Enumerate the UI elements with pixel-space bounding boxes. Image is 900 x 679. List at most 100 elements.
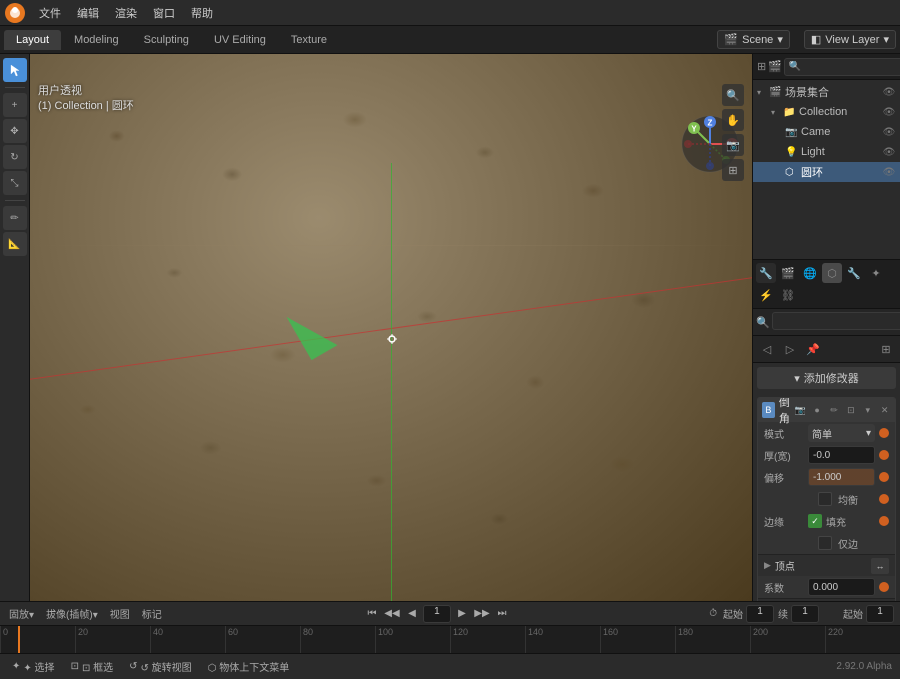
tree-eye-camera[interactable]: 👁 [882,127,896,138]
outliner-search-input[interactable] [784,58,900,76]
tree-item-camera[interactable]: 📷 Came 👁 [753,122,900,142]
rotate-tool-btn[interactable]: ↻ [3,145,27,169]
viewport[interactable]: ⬡ 物体模式 ▾ 视图 选择 添加 物体 ⊡ ● ◐ ◉ ⊞ ⊛ ⊠ 选项▾ [30,54,752,601]
pan-btn[interactable]: ✋ [722,109,744,131]
fill-checkbox[interactable]: ✓ [808,514,822,528]
tree-eye-collection[interactable]: 👁 [882,107,896,118]
prop-tab-constraints[interactable]: ⛓ [778,285,798,305]
menu-render[interactable]: 渲染 [108,3,144,23]
tab-texture[interactable]: Texture [279,30,339,50]
prop-tab-scene[interactable]: 🎬 [778,263,798,283]
prop-search-input[interactable] [772,312,900,330]
cursor-tool-btn[interactable]: + [3,93,27,117]
tab-uv-editing[interactable]: UV Editing [202,30,278,50]
view-layer-selector[interactable]: ◧ View Layer ▾ [804,30,896,49]
axis-y-line [391,163,392,601]
scene-selector[interactable]: 🎬 Scene ▾ [717,30,789,49]
modifier-realtime-btn[interactable]: ⊡ [844,402,857,418]
tree-eye-torus[interactable]: 👁 [882,167,896,178]
modifier-mode-row: 模式 简单 ▾ [758,422,895,444]
prop-tab-world[interactable]: 🌐 [800,263,820,283]
move-tool-btn[interactable]: ✥ [3,119,27,143]
timeline-header: 固放▾ 拔像(插帧)▾ 视图 标记 ⏮ ◀◀ ◀ 1 ▶ ▶▶ ⏭ ⏱ 起始 1 [0,602,900,626]
tl-right: ⏱ 起始 1 续 1 起始 1 [709,605,894,623]
tab-modeling[interactable]: Modeling [62,30,131,50]
tree-item-torus[interactable]: ⬡ 圆环 👁 [753,162,900,182]
tl-start-field[interactable]: 1 [746,605,774,623]
camera-view-btn[interactable]: 📷 [722,134,744,156]
menu-window[interactable]: 窗口 [146,3,182,23]
offset-value[interactable]: -1.000 [808,468,875,486]
balance-checkbox[interactable] [818,492,832,506]
outliner-filter-btn[interactable]: ⊞ [757,57,766,77]
tree-arrow-scene: ▾ [757,88,767,97]
vp-right-icons: 🔍 ✋ 📷 ⊞ [722,84,744,181]
tl-jump-start-btn[interactable]: ⏮ [363,605,381,623]
select-status-btn[interactable]: ✦ ✦ 选择 [8,658,59,675]
tree-label-collection: Collection [799,106,847,118]
tree-item-collection[interactable]: ▾ 📁 Collection 👁 [753,102,900,122]
annotate-tool-btn[interactable]: ✏ [3,206,27,230]
offset-label: 偏移 [764,470,804,485]
menu-file[interactable]: 文件 [32,3,68,23]
select-tool-btn[interactable] [3,58,27,82]
tl-next-frame-btn[interactable]: ▶▶ [473,605,491,623]
tree-eye-light[interactable]: 👁 [882,147,896,158]
tree-item-light[interactable]: 💡 Light 👁 [753,142,900,162]
add-modifier-container: ▾ 添加修改器 [753,363,900,393]
tab-layout[interactable]: Layout [4,30,61,50]
prop-pin2-btn[interactable]: 📌 [803,339,823,359]
tl-markers-btn[interactable]: 标记 [139,605,165,622]
viewport-info: 用户透视 (1) Collection | 圆环 [38,84,134,115]
svg-text:Z: Z [708,119,713,128]
modifier-render-btn[interactable]: ● [811,402,824,418]
modifier-expand-btn[interactable]: ▾ [861,402,874,418]
timeline-area: 固放▾ 拔像(插帧)▾ 视图 标记 ⏮ ◀◀ ◀ 1 ▶ ▶▶ ⏭ ⏱ 起始 1 [0,601,900,653]
width-value[interactable]: -0.0 [808,446,875,464]
modifier-camera-btn[interactable]: 📷 [794,402,807,418]
menu-edit[interactable]: 编辑 [70,3,106,23]
scale-tool-btn[interactable]: ⤡ [3,171,27,195]
prop-tab-object[interactable]: ⬡ [822,263,842,283]
count-value[interactable]: 0.000 [808,578,875,596]
tl-jump-end-btn[interactable]: ⏭ [493,605,511,623]
zoom-in-btn[interactable]: 🔍 [722,84,744,106]
tree-item-scene-collection[interactable]: ▾ 🎬 场景集合 👁 [753,82,900,102]
tl-view-btn[interactable]: 视图 [107,605,133,622]
vertex-arrow[interactable]: ▶ [764,560,771,571]
tl-prev-frame-btn[interactable]: ◀ [403,605,421,623]
tl-keying-btn[interactable]: 拔像(插帧)▾ [43,605,101,622]
tl-right-start-field[interactable]: 1 [866,605,894,623]
orthographic-btn[interactable]: ⊞ [722,159,744,181]
menu-help[interactable]: 帮助 [184,3,220,23]
mode-value[interactable]: 简单 ▾ [808,424,875,442]
timeline-ruler[interactable]: 0 20 40 60 80 100 120 140 160 180 200 22… [0,626,900,653]
tl-current-frame[interactable]: 1 [423,605,451,623]
measure-tool-btn[interactable]: 📐 [3,232,27,256]
box-select-btn[interactable]: ⊡ ⊡ 框选 [67,658,118,675]
vertex-mode-btn[interactable]: ↔ [871,558,889,574]
prop-tab-physics[interactable]: ⚡ [756,285,776,305]
edge-only-checkbox[interactable] [818,536,832,550]
tab-sculpting[interactable]: Sculpting [132,30,201,50]
rotate-icon: ↺ [129,661,137,672]
prop-tab-particles[interactable]: ✦ [866,263,886,283]
tree-icon-scene: 🎬 [769,87,783,98]
prop-tab-modifier[interactable]: 🔧 [844,263,864,283]
prop-more-btn[interactable]: ⊞ [876,339,896,359]
add-modifier-btn[interactable]: ▾ 添加修改器 [757,367,896,389]
modifier-edit-btn[interactable]: ✏ [828,402,841,418]
prop-back-btn[interactable]: ◁ [757,339,777,359]
object-context-menu-btn[interactable]: ⬡ 物体上下文菜单 [204,658,294,675]
3d-cursor [387,334,395,342]
tl-prev-keyframe-btn[interactable]: ◀◀ [383,605,401,623]
tl-play-btn[interactable]: ▶ [453,605,471,623]
modifier-close-btn[interactable]: ✕ [878,402,891,418]
prop-tab-active-tool[interactable]: 🔧 [756,263,776,283]
tree-eye-scene[interactable]: 👁 [882,87,896,98]
tl-end-field[interactable]: 1 [791,605,819,623]
count-row: 系数 0.000 [758,576,895,598]
tl-playback-btn[interactable]: 固放▾ [6,605,37,622]
rotate-view-btn[interactable]: ↺ ↺ 旋转视图 [125,658,196,675]
prop-forward-btn[interactable]: ▷ [780,339,800,359]
